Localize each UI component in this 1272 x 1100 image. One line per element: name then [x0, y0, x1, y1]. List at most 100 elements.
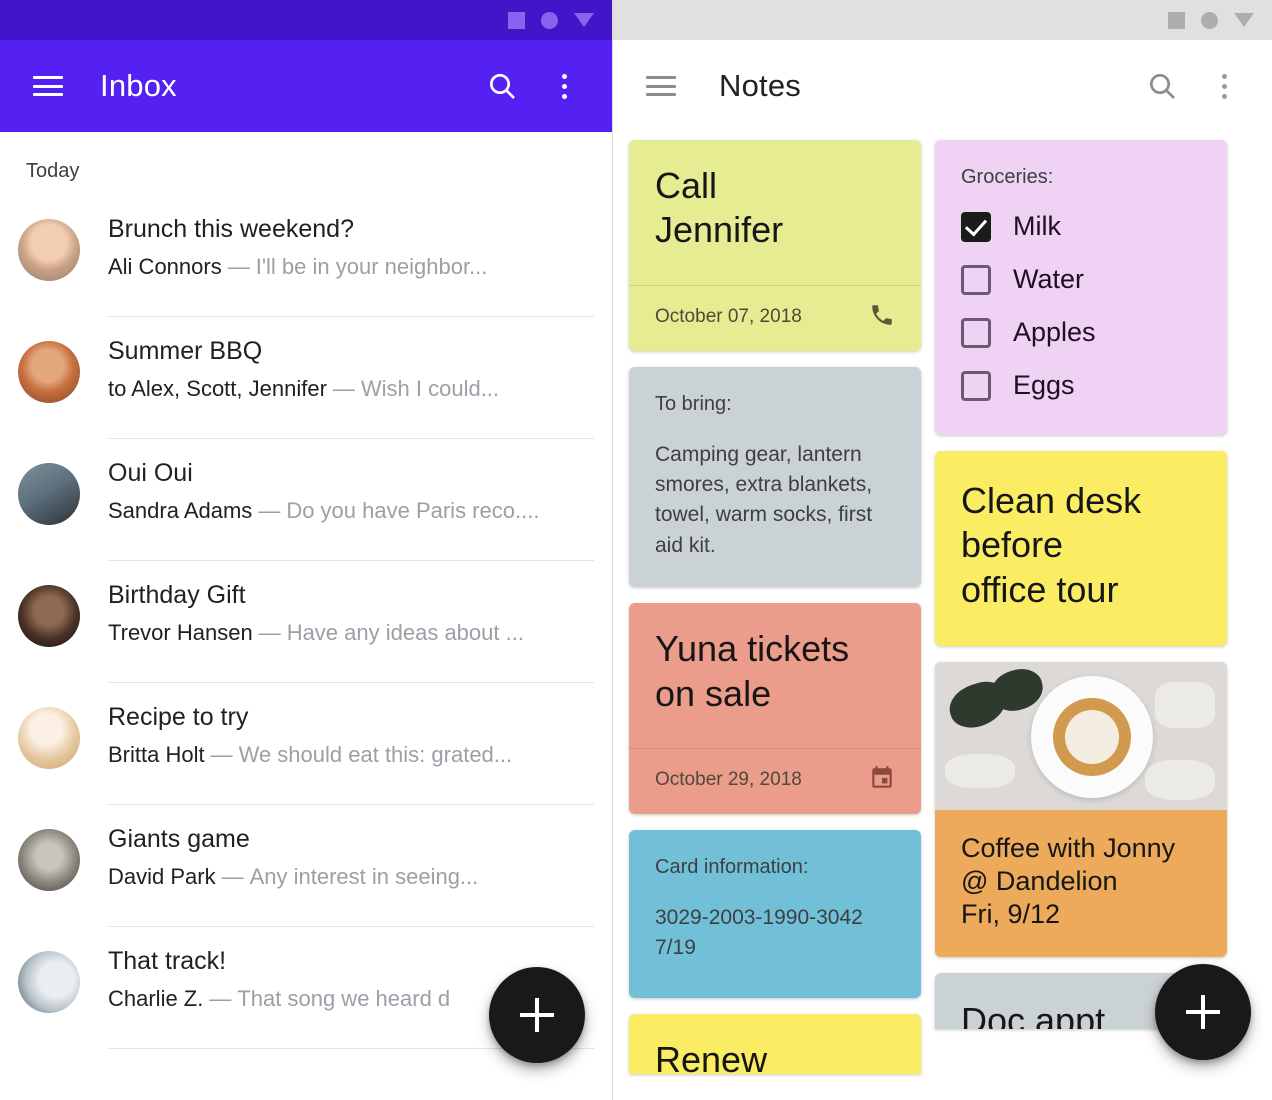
more-vert-icon[interactable]: [540, 62, 588, 110]
mail-preview: David Park — Any interest in seeing...: [108, 864, 594, 890]
mail-subject: Giants game: [108, 825, 250, 853]
note-title-line2: Jennifer: [655, 209, 784, 251]
avatar: [18, 585, 80, 647]
note-card-call-jennifer[interactable]: Call Jennifer October 07, 2018: [629, 140, 921, 351]
mail-snippet: That song we heard d: [237, 985, 451, 1011]
mail-subject: Recipe to try: [108, 703, 249, 731]
avatar: [18, 219, 80, 281]
note-card-groceries[interactable]: Groceries: Milk Water Apples Eggs: [935, 140, 1227, 435]
mail-dash: —: [209, 985, 232, 1011]
notes-column-right: Groceries: Milk Water Apples Eggs Clean …: [935, 140, 1227, 1030]
phone-icon[interactable]: [869, 302, 895, 333]
mail-subject: Birthday Gift: [108, 581, 246, 609]
note-footer: October 07, 2018: [629, 284, 921, 351]
note-title-line1: Coffee with Jonny: [961, 832, 1176, 863]
mail-subject: Summer BBQ: [108, 337, 263, 365]
mail-preview: Britta Holt — We should eat this: grated..…: [108, 742, 594, 768]
mail-sender: Ali Connors: [108, 253, 222, 279]
mail-dash: —: [227, 253, 250, 279]
list-item[interactable]: Birthday Gift Trevor Hansen — Have any ide…: [0, 561, 612, 683]
note-card-yuna-tickets[interactable]: Yuna tickets on sale October 29, 2018: [629, 603, 921, 814]
page-title: Inbox: [100, 68, 177, 103]
checklist-label: Milk: [1013, 211, 1061, 241]
page-title: Notes: [719, 68, 801, 103]
checkbox-unchecked-icon[interactable]: [961, 370, 991, 401]
list-item[interactable]: Recipe to try Britta Holt — We should eat …: [0, 683, 612, 805]
triangle-down-icon: [574, 13, 594, 27]
avatar: [18, 829, 80, 891]
notes-grid: Call Jennifer October 07, 2018 To bring:…: [629, 140, 1262, 1074]
checklist-label: Apples: [1013, 317, 1096, 347]
notes-status-bar: [613, 0, 1272, 40]
notes-app-bar: Notes: [613, 40, 1272, 132]
inbox-status-bar: [0, 0, 612, 40]
notes-bar-actions: [1138, 62, 1248, 110]
notes-column-left: Call Jennifer October 07, 2018 To bring:…: [629, 140, 921, 1074]
checklist-item-eggs[interactable]: Eggs: [961, 370, 1201, 401]
mail-snippet: We should eat this: grated...: [238, 741, 513, 767]
note-title-line2: on sale: [655, 672, 772, 714]
inbox-app-bar: Inbox: [0, 40, 612, 132]
note-card-coffee-with-jonny[interactable]: Coffee with Jonny @ Dandelion Fri, 9/12: [935, 661, 1227, 958]
checkbox-checked-icon[interactable]: [961, 211, 991, 242]
note-title-line1: Yuna tickets: [655, 628, 850, 670]
checklist-label: Water: [1013, 264, 1085, 294]
more-vert-icon[interactable]: [1200, 62, 1248, 110]
search-icon[interactable]: [478, 62, 526, 110]
checklist-item-milk[interactable]: Milk: [961, 211, 1201, 242]
mail-sender: Sandra Adams: [108, 497, 253, 523]
mail-snippet: Wish I could...: [360, 375, 500, 401]
mail-subject: Brunch this weekend?: [108, 215, 354, 243]
list-item[interactable]: Brunch this weekend? Ali Connors — I'll be…: [0, 195, 612, 317]
list-item[interactable]: Oui Oui Sandra Adams — Do you have Paris r…: [0, 439, 612, 561]
triangle-down-icon: [1234, 13, 1254, 27]
checklist-item-water[interactable]: Water: [961, 264, 1201, 295]
note-title-line1: Clean desk: [961, 480, 1142, 521]
note-title-line2: before: [961, 524, 1064, 566]
mail-sender: Trevor Hansen: [108, 619, 253, 645]
mail-preview: to Alex, Scott, Jennifer — Wish I could...: [108, 376, 594, 402]
note-card-to-bring[interactable]: To bring: Camping gear, lantern smores, …: [629, 366, 921, 588]
mail-preview: Ali Connors — I'll be in your neighbor...: [108, 254, 594, 280]
new-note-fab-button[interactable]: [1155, 964, 1251, 1060]
checklist-item-apples[interactable]: Apples: [961, 317, 1201, 348]
mail-dash: —: [258, 619, 281, 645]
list-item[interactable]: Summer BBQ to Alex, Scott, Jennifer — Wish…: [0, 317, 612, 439]
avatar: [18, 951, 80, 1013]
search-icon[interactable]: [1138, 62, 1186, 110]
avatar: [18, 707, 80, 769]
mail-list: Brunch this weekend? Ali Connors — I'll be…: [0, 183, 612, 1049]
note-title-line3: Fri, 9/12: [961, 899, 1061, 930]
notes-grid-scroll[interactable]: Call Jennifer October 07, 2018 To bring:…: [613, 132, 1272, 1074]
compose-fab-button[interactable]: [489, 967, 585, 1063]
checkbox-unchecked-icon[interactable]: [961, 264, 991, 295]
avatar: [18, 341, 80, 403]
note-label: To bring:: [655, 392, 732, 415]
list-item[interactable]: Giants game David Park — Any interest in s…: [0, 805, 612, 927]
note-card-card-information[interactable]: Card information: 3029-2003-1990-3042 7/…: [629, 829, 921, 998]
mail-dash: —: [332, 375, 355, 401]
note-card-renew[interactable]: Renew: [629, 1013, 921, 1074]
note-title-line2: @ Dandelion: [961, 866, 1118, 896]
hamburger-menu-icon[interactable]: [24, 62, 72, 110]
calendar-icon[interactable]: [869, 765, 895, 796]
mail-preview: Trevor Hansen — Have any ideas about ...: [108, 620, 594, 646]
inbox-bar-actions: [478, 62, 588, 110]
inbox-app-panel: Inbox Today Brunch this weekend? Ali Con…: [0, 0, 613, 1100]
note-card-number: 3029-2003-1990-3042: [655, 905, 863, 929]
hamburger-menu-icon[interactable]: [637, 62, 685, 110]
mail-snippet: Have any ideas about ...: [286, 619, 524, 645]
mail-preview: Sandra Adams — Do you have Paris reco....: [108, 498, 594, 524]
note-text: Camping gear, lantern smores, extra blan…: [655, 442, 873, 557]
mail-snippet: I'll be in your neighbor...: [255, 253, 488, 279]
mail-dash: —: [258, 497, 281, 523]
circle-icon: [541, 11, 558, 29]
mail-sender: to Alex, Scott, Jennifer: [108, 375, 327, 401]
note-card-clean-desk[interactable]: Clean desk before office tour: [935, 451, 1227, 646]
checkbox-unchecked-icon[interactable]: [961, 317, 991, 348]
square-icon: [1168, 11, 1185, 29]
mail-snippet: Do you have Paris reco....: [286, 497, 540, 523]
note-title-line3: office tour: [961, 568, 1119, 610]
note-title-line1: Call: [655, 165, 718, 206]
dual-app-screenshot: Inbox Today Brunch this weekend? Ali Con…: [0, 0, 1272, 1100]
